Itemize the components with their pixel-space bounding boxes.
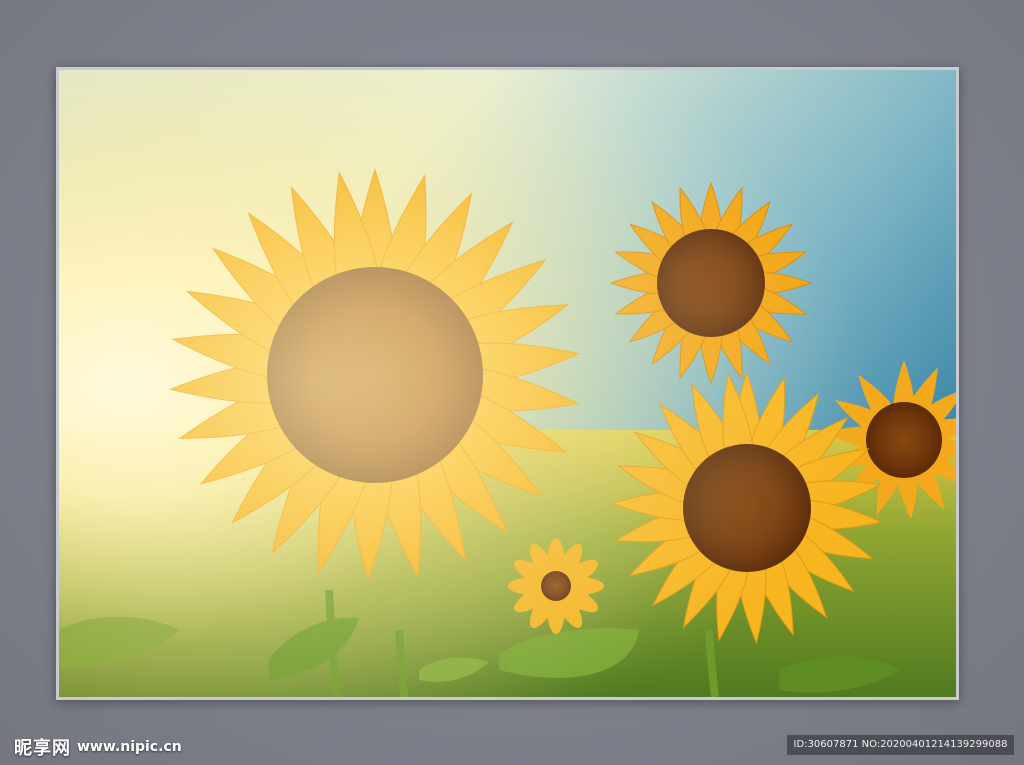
watermark-logo: 昵享网 <box>14 738 71 759</box>
watermark-id: ID:30607871 NO:20200401214139299088 <box>787 735 1014 755</box>
watermark-url: www.nipic.cn <box>77 739 182 755</box>
light-haze <box>59 70 956 697</box>
sunflower-photo <box>59 70 956 697</box>
watermark-site: 昵享网 www.nipic.cn <box>14 736 182 759</box>
